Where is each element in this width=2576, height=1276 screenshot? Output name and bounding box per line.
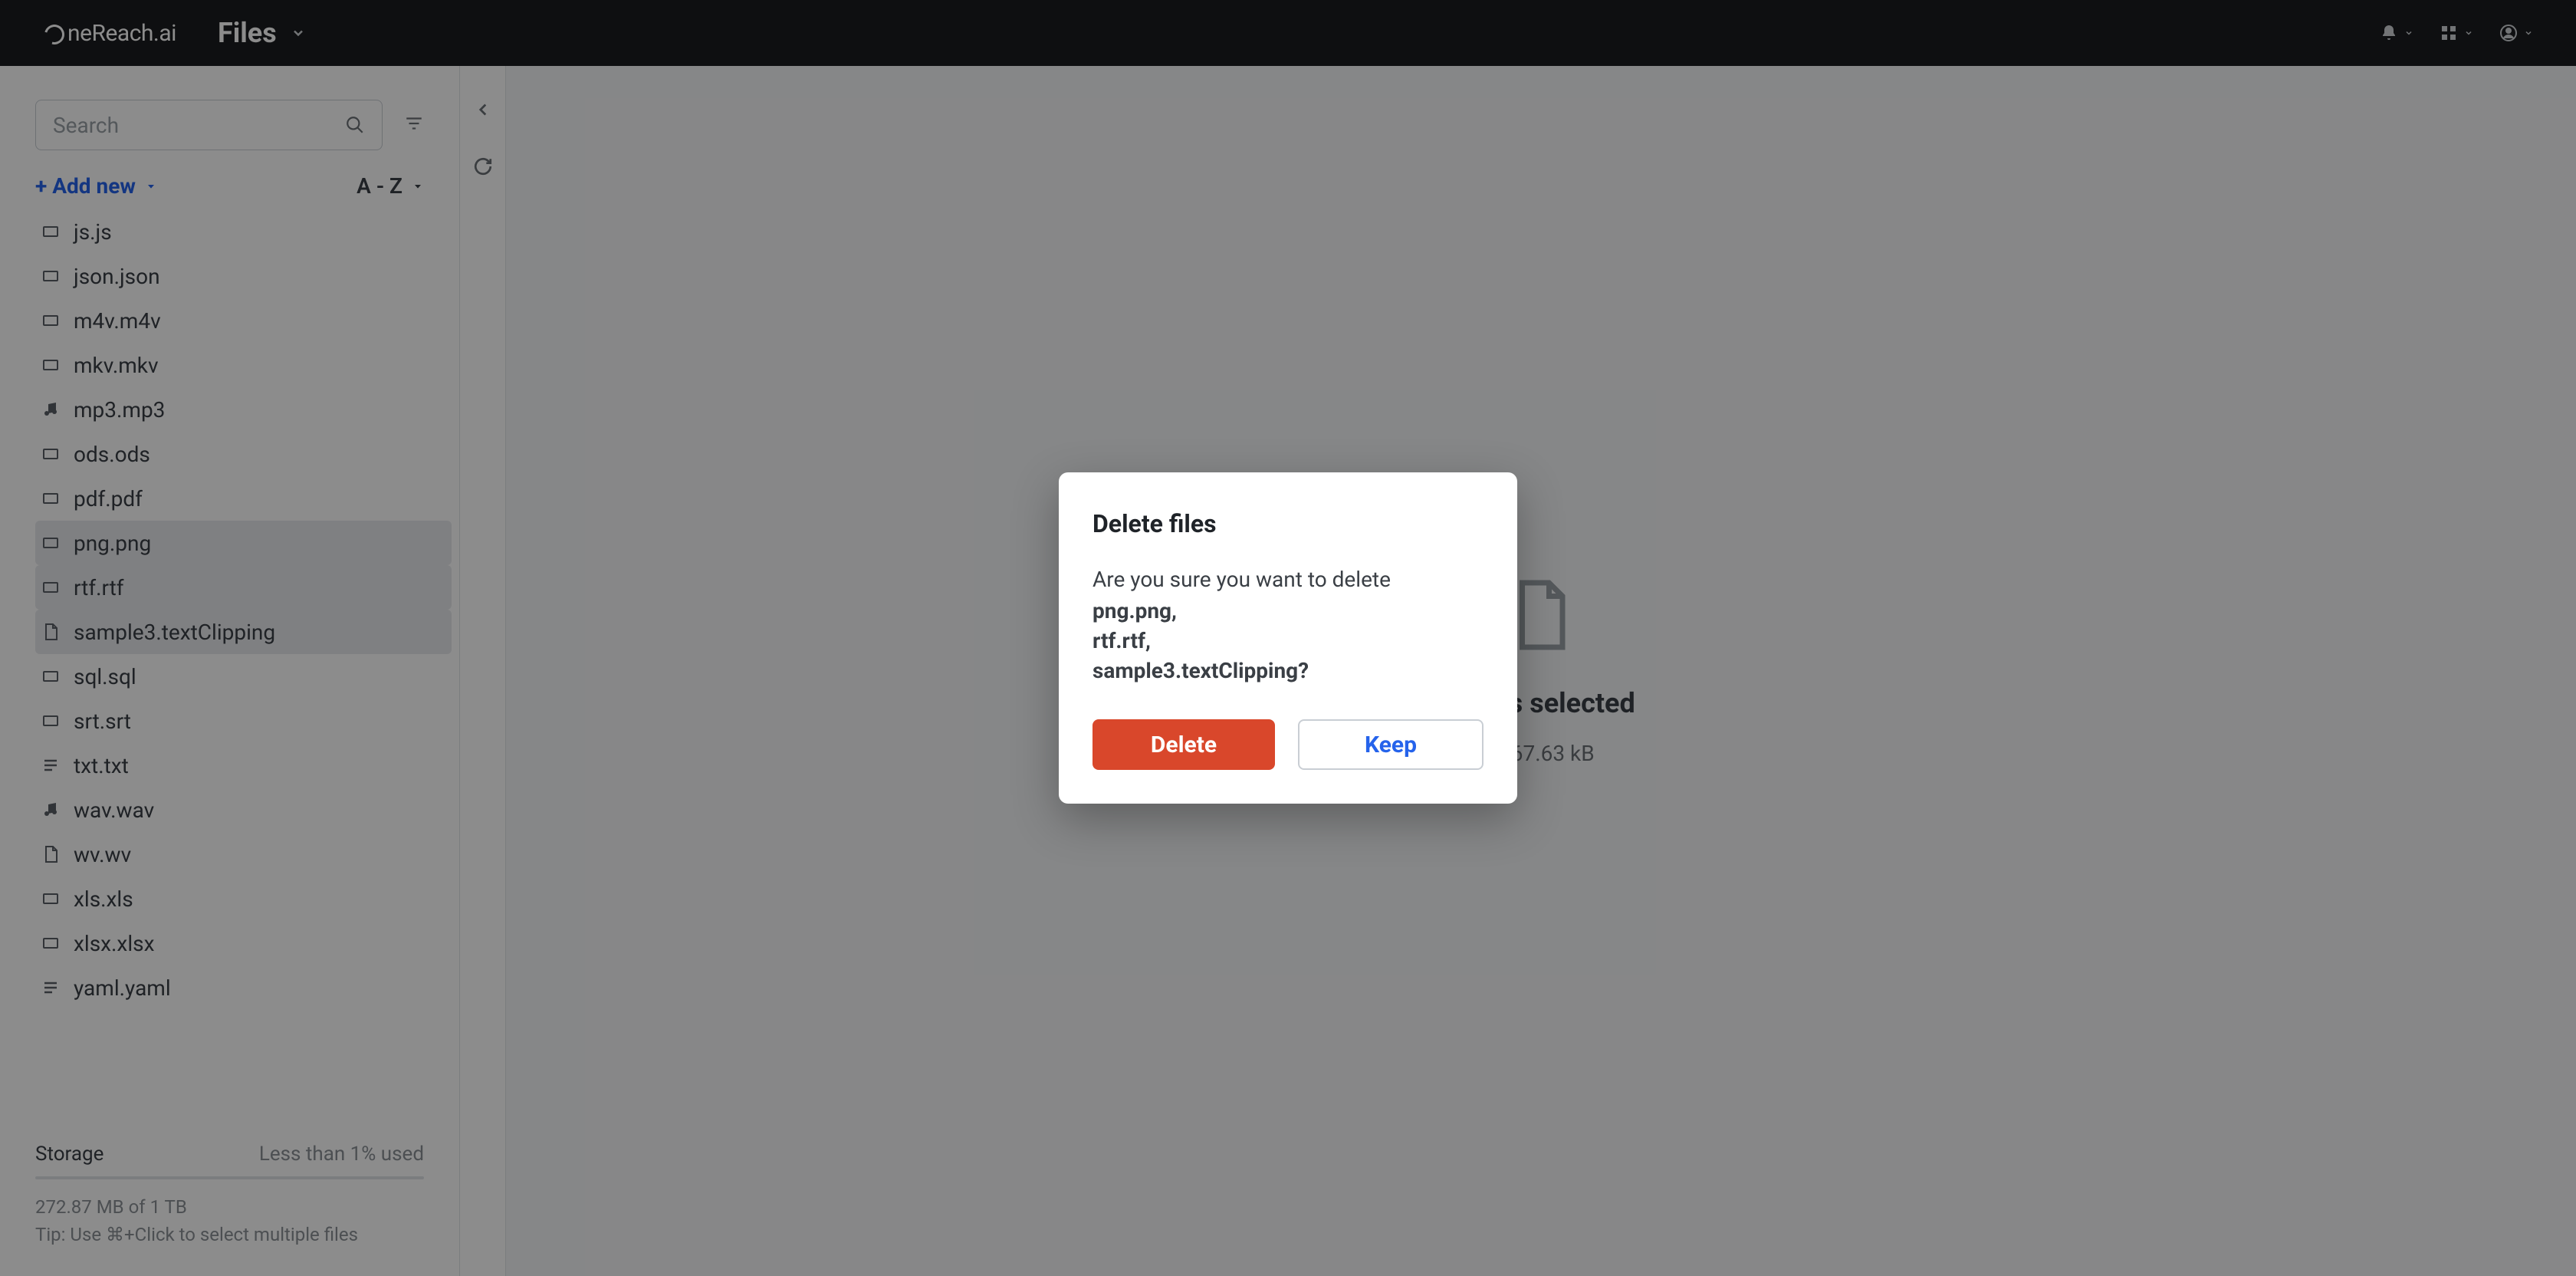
modal-file-list: png.png,rtf.rtf,sample3.textClipping? <box>1092 596 1484 686</box>
modal-title: Delete files <box>1092 509 1484 538</box>
keep-button[interactable]: Keep <box>1298 719 1484 770</box>
delete-modal: Delete files Are you sure you want to de… <box>1059 472 1517 804</box>
modal-overlay[interactable]: Delete files Are you sure you want to de… <box>0 0 2576 1276</box>
modal-prompt: Are you sure you want to delete <box>1092 564 1484 594</box>
delete-button[interactable]: Delete <box>1092 719 1275 770</box>
